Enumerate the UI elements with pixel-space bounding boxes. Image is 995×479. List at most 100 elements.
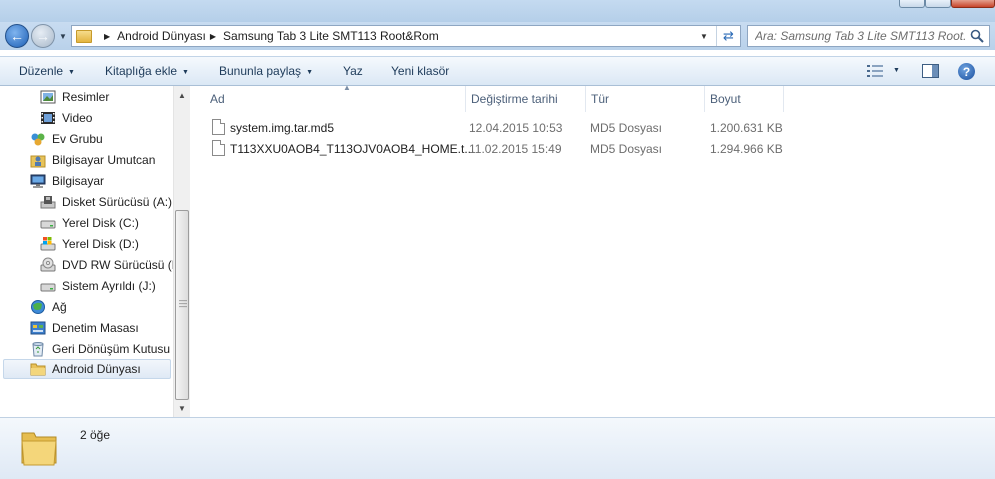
address-history-dropdown[interactable]: ▼: [696, 26, 712, 46]
forward-arrow-icon: →: [36, 28, 50, 44]
folder-icon: [30, 363, 46, 376]
file-date: 12.04.2015 10:53: [469, 121, 563, 135]
include-in-library-button[interactable]: Kitaplığa ekle ▼: [105, 64, 189, 78]
sort-ascending-icon: ▲: [343, 83, 351, 92]
file-icon: [212, 140, 225, 156]
search-icon[interactable]: [970, 29, 984, 43]
file-list-pane: ▲ Ad Değiştirme tarihi Tür Boyut system.…: [190, 83, 995, 417]
sidebar-item-yerel-disk-c[interactable]: Yerel Disk (C:): [40, 213, 139, 233]
forward-button[interactable]: →: [31, 24, 55, 48]
navigation-pane: Resimler Video Ev Grubu Bilgisayar Umutc…: [0, 86, 190, 417]
sidebar-item-video[interactable]: Video: [40, 108, 92, 128]
control-panel-icon: [30, 321, 46, 335]
file-icon: [212, 119, 225, 135]
sidebar-item-sistem-ayrildi[interactable]: Sistem Ayrıldı (J:): [40, 276, 156, 296]
preview-pane-icon[interactable]: [922, 64, 939, 78]
search-input[interactable]: [755, 27, 965, 45]
folder-icon: [21, 432, 57, 466]
column-header-label: Boyut: [710, 92, 741, 106]
sidebar-item-geri-donusum-kutusu[interactable]: Geri Dönüşüm Kutusu: [30, 339, 170, 359]
column-header-label: Tür: [591, 92, 609, 106]
network-icon: [31, 300, 45, 314]
file-row[interactable]: system.img.tar.md5 12.04.2015 10:53 MD5 …: [208, 118, 788, 138]
file-size: 1.294.966 KB: [710, 142, 783, 156]
sidebar-item-disket-surucusu[interactable]: Disket Sürücüsü (A:): [40, 192, 172, 212]
windows-disk-icon: [40, 237, 56, 251]
sidebar-item-label: Ev Grubu: [52, 132, 103, 146]
command-bar: Düzenle ▼ Kitaplığa ekle ▼ Bunun­la paylaş…: [0, 56, 995, 86]
breadcrumb-android-dunyasi[interactable]: Android Dünyası: [117, 29, 206, 43]
back-button[interactable]: ←: [5, 24, 29, 48]
minimize-button[interactable]: [899, 0, 925, 8]
sidebar-item-label: Resimler: [62, 90, 110, 104]
chevron-down-icon: ▼: [306, 69, 313, 76]
maximize-button[interactable]: [925, 0, 951, 8]
sidebar-item-bilgisayar-umutcan[interactable]: Bilgisayar Umutcan: [30, 150, 155, 170]
help-icon[interactable]: ?: [958, 63, 975, 80]
file-row[interactable]: T113XXU0AOB4_T113OJV0AOB4_HOME.t... 11.0…: [208, 139, 788, 159]
share-with-button[interactable]: Bunun­la paylaş ▼: [219, 64, 313, 78]
navigation-scrollbar[interactable]: ▲ — — — ▼: [173, 86, 190, 417]
breadcrumb-separator-icon[interactable]: ▶: [210, 32, 216, 41]
sidebar-item-yerel-disk-d[interactable]: Yerel Disk (D:): [40, 234, 139, 254]
chevron-down-icon: ▼: [182, 69, 189, 76]
hard-disk-icon: [40, 283, 56, 292]
details-pane: 2 öğe: [0, 417, 995, 479]
address-bar[interactable]: ▶ Android Dünyası ▶ Samsung Tab 3 Lite S…: [71, 25, 741, 47]
file-size: 1.200.631 KB: [710, 121, 783, 135]
chevron-down-icon: ▼: [59, 31, 67, 41]
column-header-label: Ad: [210, 92, 225, 106]
scroll-down-arrow-icon[interactable]: ▼: [174, 400, 190, 416]
sidebar-item-dvd-rw-surucusu[interactable]: DVD RW Sürücüsü (E: [40, 255, 180, 275]
folder-icon: [76, 29, 92, 43]
sidebar-item-label: Yerel Disk (C:): [62, 216, 139, 230]
scrollbar-thumb[interactable]: — — —: [175, 210, 189, 400]
organize-label: Düzenle: [19, 64, 64, 78]
breadcrumb-separator-icon[interactable]: ▶: [104, 32, 110, 41]
burn-button[interactable]: Yaz: [343, 64, 363, 78]
new-folder-button[interactable]: Yeni klasör: [391, 64, 449, 78]
sidebar-item-bilgisayar[interactable]: Bilgisayar: [30, 171, 104, 191]
sidebar-item-label: Bilgisayar: [52, 174, 105, 188]
more-views-chevron-icon[interactable]: ▼: [893, 67, 900, 74]
window-caption-buttons: [899, 0, 995, 8]
file-name: T113XXU0AOB4_T113OJV0AOB4_HOME.t...: [230, 142, 475, 156]
window-title-bar: [0, 0, 995, 22]
refresh-button[interactable]: ⇄: [716, 26, 740, 46]
sidebar-item-label: Geri Dönüşüm Kutusu: [52, 342, 171, 356]
sidebar-item-ag[interactable]: Ağ: [30, 297, 67, 317]
column-header-type[interactable]: Tür: [585, 86, 705, 112]
sidebar-item-label: Yerel Disk (D:): [62, 237, 139, 251]
sidebar-item-resimler[interactable]: Resimler: [40, 87, 109, 107]
change-view-icon[interactable]: [867, 65, 883, 77]
dvd-drive-icon: [40, 257, 56, 272]
include-in-library-label: Kitaplığa ekle: [105, 64, 178, 78]
column-header-size[interactable]: Boyut: [704, 86, 784, 112]
new-folder-label: Yeni klasör: [391, 64, 450, 78]
share-with-label: Bunun­la paylaş: [219, 64, 302, 78]
sidebar-item-ev-grubu[interactable]: Ev Grubu: [30, 129, 103, 149]
organize-button[interactable]: Düzenle ▼: [19, 64, 75, 78]
file-type: MD5 Dosyası: [590, 142, 663, 156]
file-type: MD5 Dosyası: [590, 121, 663, 135]
sidebar-item-label: Video: [62, 111, 93, 125]
sidebar-item-label: Bilgisayar Umutcan: [52, 153, 156, 167]
chevron-down-icon: ▼: [700, 31, 708, 41]
close-button[interactable]: [951, 0, 995, 8]
grip-icon: — — —: [179, 296, 187, 311]
sidebar-item-label: Ağ: [52, 300, 67, 314]
pictures-icon: [40, 90, 56, 104]
homegroup-icon: [31, 133, 45, 146]
column-header-name[interactable]: ▲ Ad: [204, 83, 466, 112]
breadcrumb-current-folder[interactable]: Samsung Tab 3 Lite SMT113 Root&Rom: [223, 29, 439, 43]
column-header-date-modified[interactable]: Değiştirme tarihi: [465, 86, 586, 112]
search-box[interactable]: [747, 25, 990, 47]
computer-icon: [30, 174, 46, 188]
sidebar-item-android-dunyasi[interactable]: Android Dünyası: [3, 359, 171, 379]
recent-pages-button[interactable]: ▼: [57, 30, 69, 42]
file-name: system.img.tar.md5: [230, 121, 335, 135]
sidebar-item-denetim-masasi[interactable]: Denetim Masası: [30, 318, 139, 338]
burn-label: Yaz: [343, 64, 363, 78]
hard-disk-icon: [40, 220, 56, 229]
scroll-up-arrow-icon[interactable]: ▲: [174, 87, 190, 103]
